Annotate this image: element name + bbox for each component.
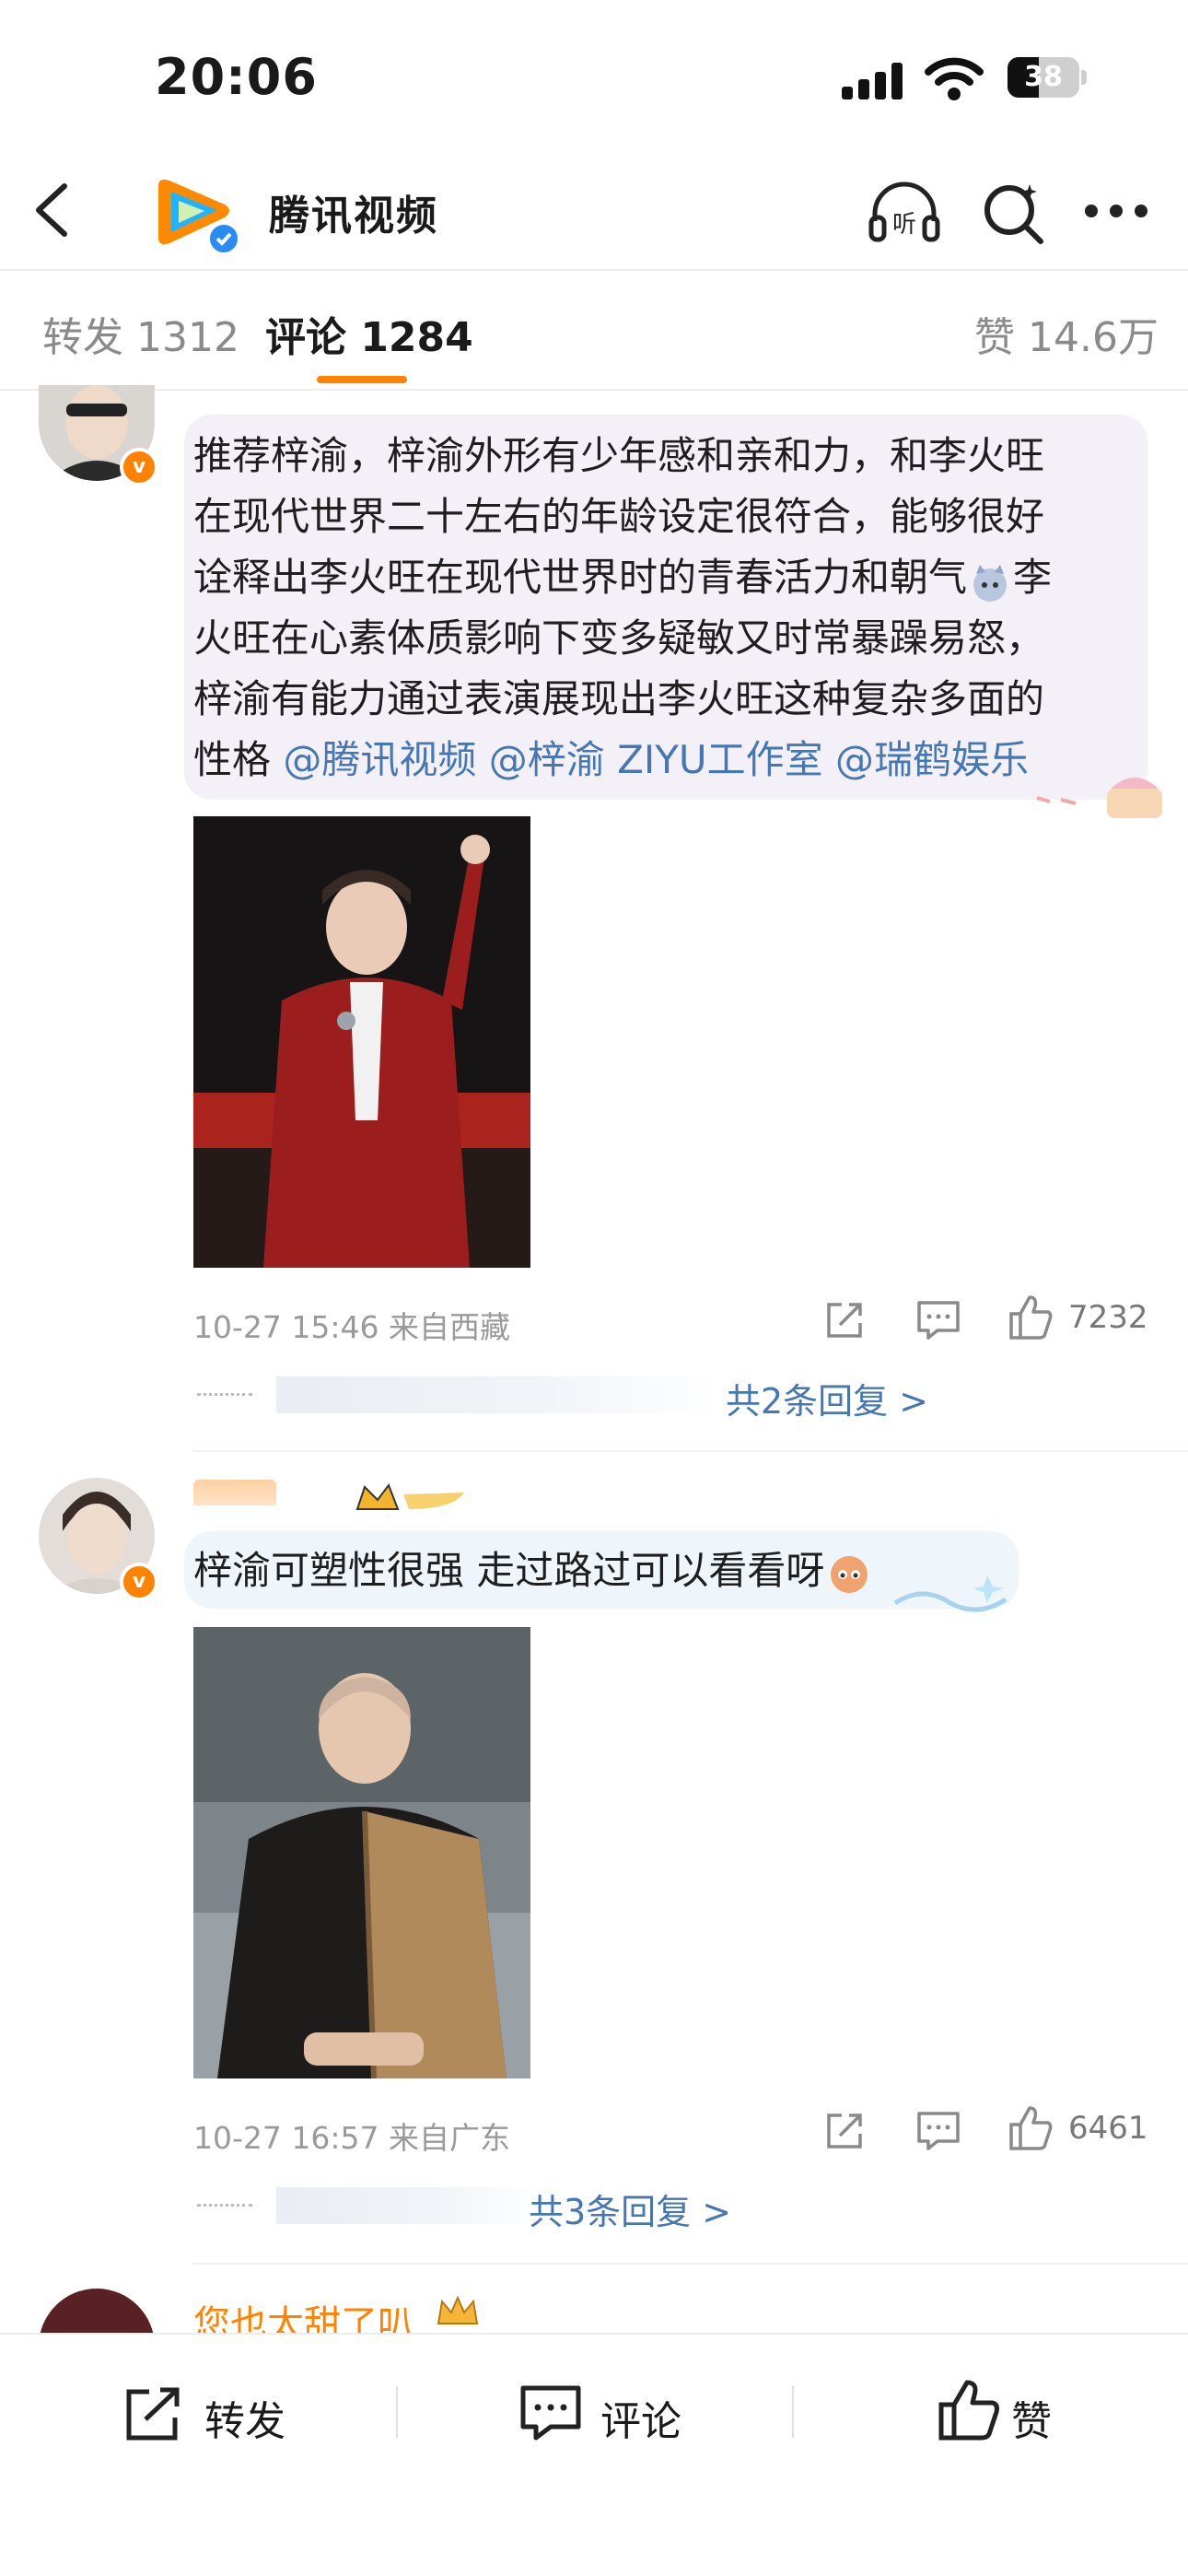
share-icon[interactable] [122,2384,186,2443]
comment-line: 推荐梓渝，梓渝外形有少年感和亲和力，和李火旺 [193,433,1045,478]
comment-line-text: 诠释出李火旺在现代世界时的青春活力和朝气 [193,555,968,600]
like-icon[interactable] [1007,2104,1054,2152]
bottom-bar-separator [792,2386,794,2438]
cellular-signal-icon [842,61,908,100]
username-partial[interactable] [193,1480,295,1505]
bottom-bar-separator [396,2386,398,2438]
like-icon[interactable] [1007,1294,1054,1341]
comment-divider [193,1450,1188,1452]
share-icon[interactable] [823,2110,866,2152]
tab-active-indicator [317,376,407,383]
listen-icon[interactable]: 听 [868,181,941,243]
like-button[interactable]: 赞 [1011,2388,1052,2447]
emoji-icon [824,1551,874,1597]
comment-line: 诠释出李火旺在现代世界时的青春活力和朝气 李 [193,547,1151,608]
share-icon[interactable] [823,1299,866,1341]
verified-badge-icon [206,221,241,256]
comment-line: 性格 @腾讯视频 @梓渝 ZIYU工作室 @瑞鹤娱乐 [193,730,1151,790]
crown-badge-icon [437,2295,479,2324]
comment-line-text: 性格 [193,737,272,782]
comment-button[interactable]: 评论 [600,2388,681,2447]
repost-button[interactable]: 转发 [204,2388,285,2447]
comment-line: 梓渝有能力通过表演展现出李火旺这种复杂多面的 [193,676,1045,721]
comment-line-tail: 李 [1013,555,1053,600]
reply-preview-blurred [276,1376,718,1413]
comment-timestamp: 10-27 15:46 来自西藏 [193,1309,510,1345]
page-title[interactable]: 腾讯视频 [269,182,438,241]
status-time: 20:06 [155,48,318,106]
avatar[interactable] [39,2289,155,2333]
tab-repost[interactable]: 转发 1312 [42,304,239,363]
mention-link[interactable]: @梓渝 ZIYU工作室 [489,737,823,782]
battery-indicator: 38 [1007,57,1079,98]
reply-dots [197,2204,252,2210]
mention-link[interactable]: @腾讯视频 [283,737,476,782]
comment-text: 推荐梓渝，梓渝外形有少年感和亲和力，和李火旺 在现代世界二十左右的年龄设定很符合… [193,426,1151,790]
like-count: 6461 [1068,2110,1148,2147]
header-divider [0,269,1188,271]
back-icon[interactable] [28,181,74,240]
cat-emoji-icon [967,560,1013,602]
bottom-bar [0,2335,1188,2576]
reply-preview-blurred [276,2187,543,2224]
comment-image[interactable] [193,1627,530,2078]
comment-icon[interactable] [915,2110,961,2152]
comment-line: 火旺在心素体质影响下变多疑敏又时常暴躁易怒， [193,615,1045,661]
verified-badge-icon: v [120,448,158,486]
search-icon[interactable] [982,181,1046,245]
comment-text: 梓渝可塑性很强 走过路过可以看看呀 [193,1540,874,1601]
reply-dots [197,1393,252,1399]
crown-badge-icon [355,1482,464,1510]
like-icon[interactable] [936,2377,1000,2443]
comment-icon[interactable] [915,1299,961,1341]
like-count: 7232 [1068,1299,1148,1336]
comment-icon[interactable] [518,2383,584,2443]
comment-divider [193,2263,1188,2265]
svg-text:听: 听 [892,211,916,239]
more-icon[interactable] [1085,205,1147,219]
comment-image[interactable] [193,816,530,1268]
bubble-decoration-icon [1036,778,1162,818]
comment-text-content: 梓渝可塑性很强 走过路过可以看看呀 [193,1548,825,1593]
tab-comments[interactable]: 评论 1284 [265,304,473,363]
mention-link[interactable]: @瑞鹤娱乐 [835,737,1029,782]
view-replies-link[interactable]: 共2条回复 > [726,1373,928,1423]
view-replies-link[interactable]: 共3条回复 > [529,2184,731,2234]
comment-line: 在现代世界二十左右的年龄设定很符合，能够很好 [193,494,1045,539]
battery-level: 38 [1024,61,1063,93]
battery-tip [1081,70,1087,85]
tabs-divider [0,389,1188,391]
wifi-icon [925,57,984,100]
verified-badge-icon: v [120,1563,158,1601]
comment-timestamp: 10-27 16:57 来自广东 [193,2120,510,2156]
tab-likes[interactable]: 赞 14.6万 [974,304,1159,363]
bottom-bar-divider [0,2333,1188,2335]
bubble-decoration-icon [893,1575,1007,1612]
